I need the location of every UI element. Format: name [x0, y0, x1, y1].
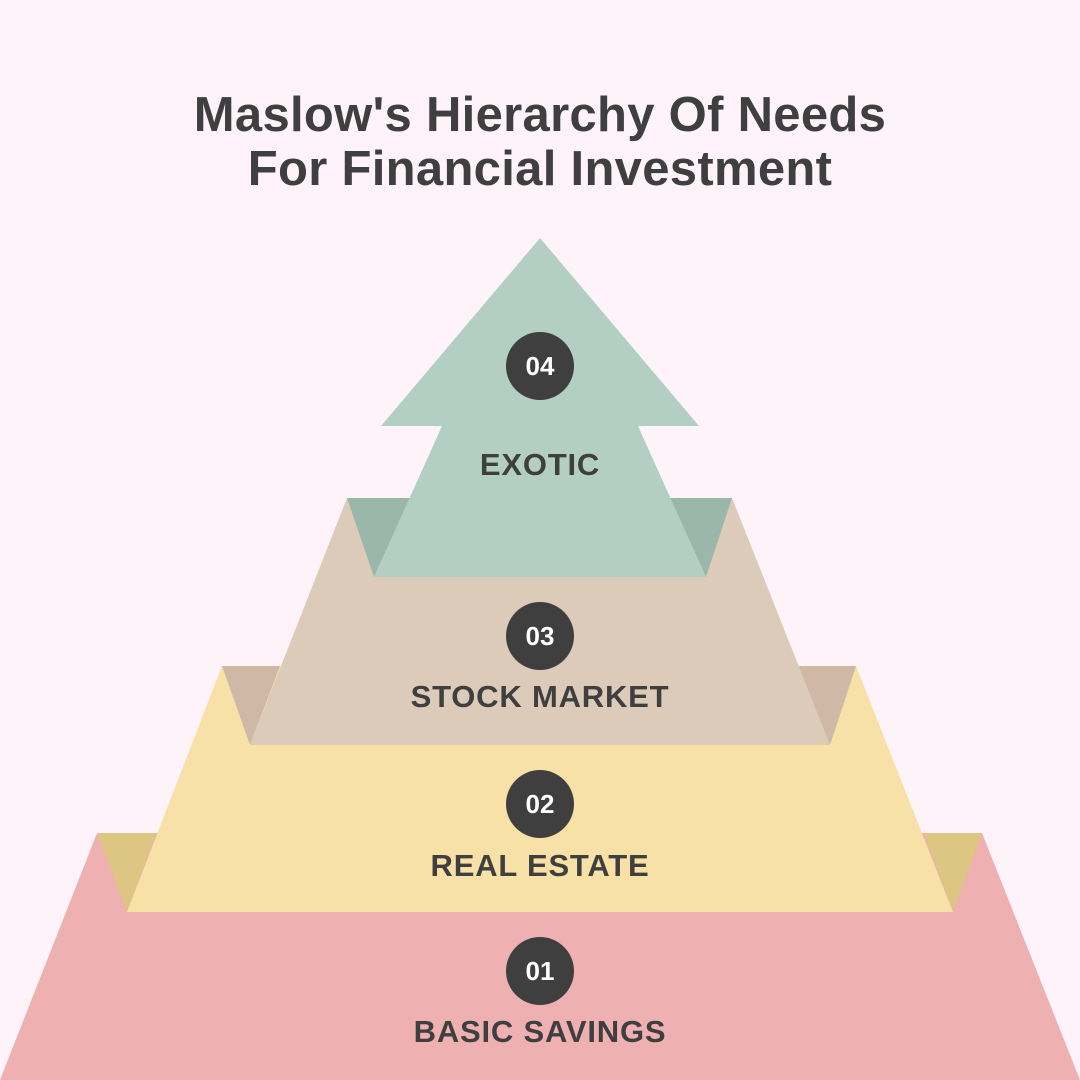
- title-line-1: Maslow's Hierarchy Of Needs: [193, 88, 887, 142]
- level-2-label: REAL ESTATE: [430, 848, 650, 883]
- level-3-label: STOCK MARKET: [410, 679, 670, 714]
- level-4-label: EXOTIC: [479, 447, 601, 482]
- level-3-number-badge: 03: [506, 602, 574, 670]
- level-1-number-badge: 01: [506, 937, 574, 1005]
- title-line-2: For Financial Investment: [247, 142, 833, 196]
- level-4-number-badge: 04: [506, 332, 574, 400]
- level-1-label: BASIC SAVINGS: [413, 1014, 667, 1049]
- page-title: Maslow's Hierarchy Of Needs For Financia…: [0, 88, 1080, 196]
- level-2-number-badge: 02: [506, 770, 574, 838]
